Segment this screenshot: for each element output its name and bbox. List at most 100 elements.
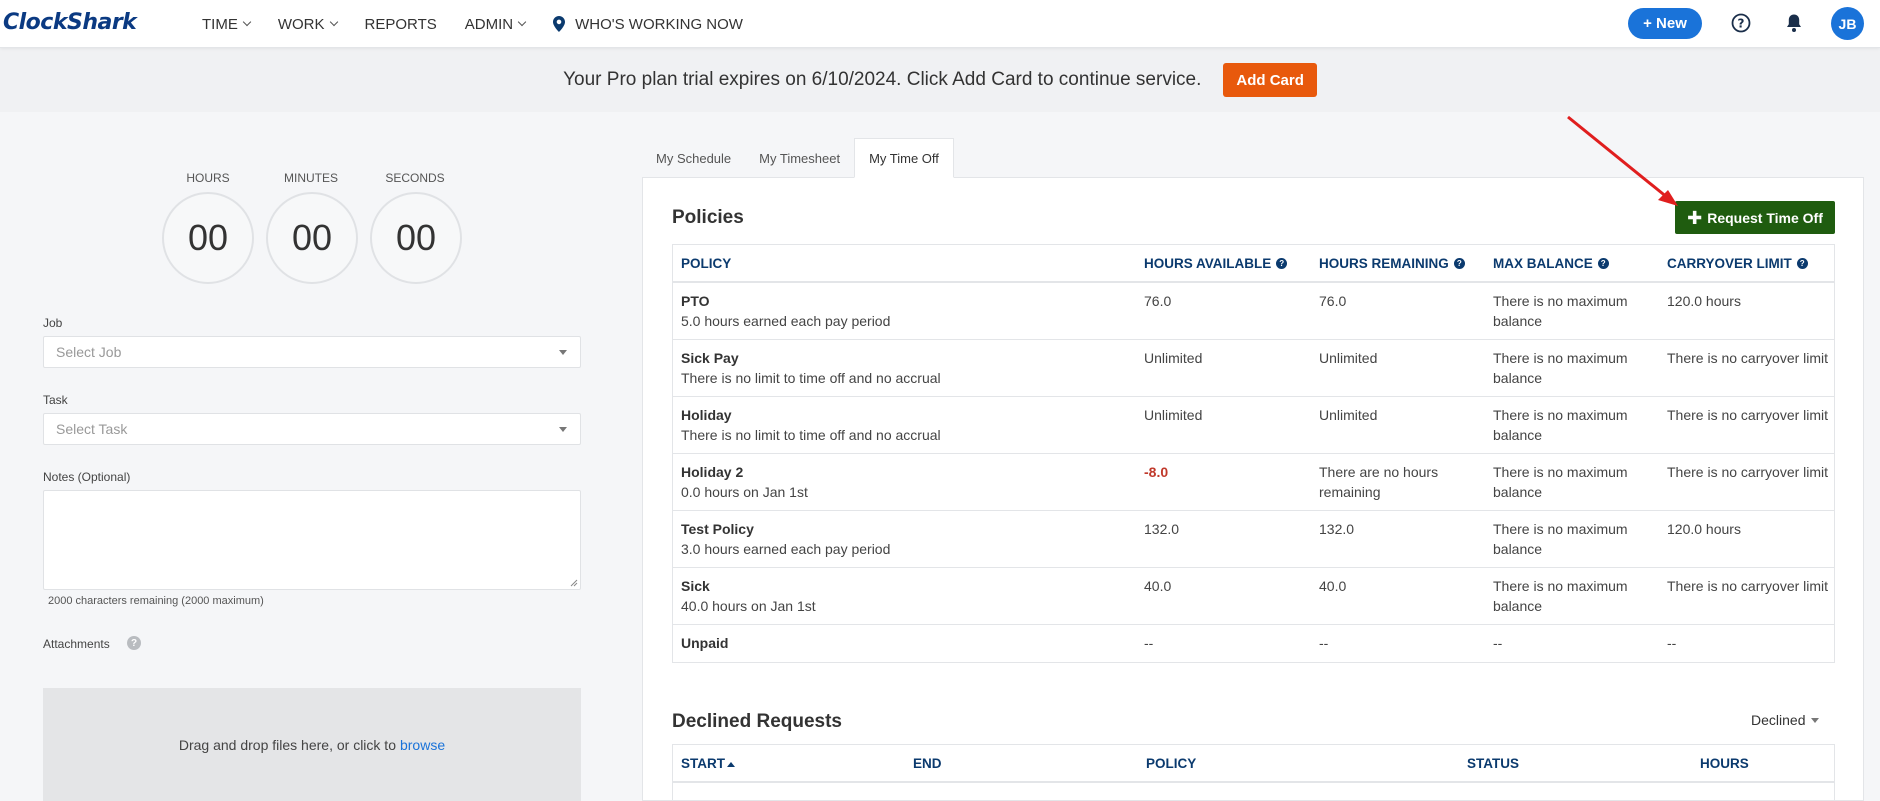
policy-name: Unpaid <box>681 635 729 651</box>
nav-whos-working-now[interactable]: WHO'S WORKING NOW <box>553 16 743 33</box>
policies-table-body: PTO 5.0 hours earned each pay period 76.0 7… <box>673 283 1834 662</box>
task-select[interactable]: Select Task <box>43 413 581 445</box>
declined-table-header: START END POLICY STATUS HOURS <box>673 745 1834 783</box>
help-icon[interactable]: ? <box>1276 257 1288 269</box>
bell-icon[interactable] <box>1783 12 1805 34</box>
top-navbar: ClockShark TIME WORK REPORTS ADMIN WHO'S… <box>0 0 1880 48</box>
add-card-button[interactable]: Add Card <box>1223 63 1317 97</box>
help-icon[interactable]: ? <box>1597 257 1609 269</box>
policy-description: 0.0 hours on Jan 1st <box>681 484 808 500</box>
trial-message: Your Pro plan trial expires on 6/10/2024… <box>563 69 1202 90</box>
trial-banner: Your Pro plan trial expires on 6/10/2024… <box>0 48 1880 112</box>
col-status[interactable]: STATUS <box>1467 756 1519 771</box>
job-select[interactable]: Select Job <box>43 336 581 368</box>
hours-remaining-cell: Unlimited <box>1319 407 1378 423</box>
col-start[interactable]: START <box>681 756 735 771</box>
caret-down-icon <box>559 350 567 355</box>
col-hours-remaining: HOURS REMAINING? <box>1311 256 1485 271</box>
clockshark-logo[interactable]: ClockShark <box>3 10 137 35</box>
job-label: Job <box>43 316 63 330</box>
declined-requests-table: START END POLICY STATUS HOURS <box>672 744 1835 801</box>
policy-cell: Test Policy 3.0 hours earned each pay per… <box>673 519 1136 567</box>
help-icon[interactable]: ? <box>1730 12 1752 34</box>
new-button[interactable]: + New <box>1628 8 1702 39</box>
file-dropzone[interactable]: Drag and drop files here, or click to br… <box>43 688 581 801</box>
hours-label: HOURS <box>186 171 230 185</box>
chars-remaining: 2000 characters remaining (2000 maximum) <box>48 595 264 607</box>
attachments-label: Attachments <box>43 637 110 651</box>
policy-cell: Holiday There is no limit to time off and… <box>673 405 1136 453</box>
hours-available-cell: 40.0 <box>1144 578 1172 594</box>
policy-description: 5.0 hours earned each pay period <box>681 313 891 329</box>
hours-available-cell: Unlimited <box>1144 407 1203 423</box>
policy-cell: Holiday 2 0.0 hours on Jan 1st <box>673 462 1136 510</box>
hours-display: 00 <box>162 192 254 284</box>
minutes-display: 00 <box>266 192 358 284</box>
hours-available-cell: -- <box>1144 635 1154 651</box>
policy-name: Holiday <box>681 407 732 423</box>
minutes-label: MINUTES <box>284 171 338 185</box>
hours-remaining-cell: 40.0 <box>1319 578 1347 594</box>
hours-remaining-cell: 76.0 <box>1319 293 1347 309</box>
seconds-label: SECONDS <box>385 171 445 185</box>
tab-bar: My Schedule My Timesheet My Time Off <box>642 138 954 178</box>
browse-link[interactable]: browse <box>400 737 445 753</box>
carryover-limit-cell: There is no carryover limit <box>1667 350 1829 366</box>
tab-my-timesheet[interactable]: My Timesheet <box>745 138 854 178</box>
chevron-down-icon <box>329 17 338 27</box>
annotation-arrow-icon <box>1567 115 1678 206</box>
col-hours[interactable]: HOURS <box>1700 756 1749 771</box>
plus-icon: ✚ <box>1687 207 1703 228</box>
max-balance-cell: There is no maximum balance <box>1493 407 1628 443</box>
carryover-limit-cell: There is no carryover limit <box>1667 578 1829 594</box>
table-row: Sick 40.0 hours on Jan 1st 40.0 40.0 There i… <box>673 568 1834 625</box>
max-balance-cell: There is no maximum balance <box>1493 578 1628 614</box>
user-avatar[interactable]: JB <box>1831 7 1864 40</box>
main-nav: TIME WORK REPORTS ADMIN WHO'S WORKING NO… <box>202 0 771 48</box>
hours-remaining-cell: Unlimited <box>1319 350 1378 366</box>
caret-down-icon <box>559 427 567 432</box>
request-time-off-button[interactable]: ✚ Request Time Off <box>1675 201 1835 234</box>
carryover-limit-cell: There is no carryover limit <box>1667 407 1829 423</box>
carryover-limit-cell: There is no carryover limit <box>1667 464 1829 480</box>
max-balance-cell: There is no maximum balance <box>1493 350 1628 386</box>
policy-cell: Unpaid <box>673 633 1136 662</box>
svg-text:?: ? <box>1738 17 1745 31</box>
nav-admin[interactable]: ADMIN <box>465 16 527 33</box>
declined-requests-title: Declined Requests <box>672 711 842 732</box>
col-carryover-limit: CARRYOVER LIMIT? <box>1659 256 1834 271</box>
carryover-limit-cell: 120.0 hours <box>1667 293 1741 309</box>
nav-work[interactable]: WORK <box>278 16 338 33</box>
col-end[interactable]: END <box>913 756 942 771</box>
table-row: Holiday There is no limit to time off and… <box>673 397 1834 454</box>
max-balance-cell: There is no maximum balance <box>1493 521 1628 557</box>
declined-filter-dropdown[interactable]: Declined <box>1751 712 1820 728</box>
notes-textarea[interactable] <box>43 490 581 590</box>
nav-reports[interactable]: REPORTS <box>365 16 437 33</box>
policy-name: PTO <box>681 293 710 309</box>
caret-down-icon <box>1811 717 1820 723</box>
carryover-limit-cell: 120.0 hours <box>1667 521 1741 537</box>
table-row: Holiday 2 0.0 hours on Jan 1st -8.0 There a… <box>673 454 1834 511</box>
resize-handle-icon[interactable] <box>570 579 578 587</box>
col-max-balance: MAX BALANCE? <box>1485 256 1659 271</box>
tab-my-time-off[interactable]: My Time Off <box>854 138 954 178</box>
policy-description: 3.0 hours earned each pay period <box>681 541 891 557</box>
policy-description: There is no limit to time off and no acc… <box>681 370 941 386</box>
hours-remaining-cell: There are no hours remaining <box>1319 464 1439 500</box>
max-balance-cell: -- <box>1493 635 1503 651</box>
task-label: Task <box>43 393 68 407</box>
tab-my-schedule[interactable]: My Schedule <box>642 138 745 178</box>
policy-name: Sick <box>681 578 710 594</box>
help-icon[interactable]: ? <box>1453 257 1465 269</box>
policy-name: Holiday 2 <box>681 464 744 480</box>
nav-time[interactable]: TIME <box>202 16 252 33</box>
hours-remaining-cell: 132.0 <box>1319 521 1355 537</box>
max-balance-cell: There is no maximum balance <box>1493 293 1628 329</box>
policy-cell: Sick 40.0 hours on Jan 1st <box>673 576 1136 624</box>
policy-name: Test Policy <box>681 521 754 537</box>
help-icon[interactable]: ? <box>1796 257 1808 269</box>
col-policy[interactable]: POLICY <box>1146 756 1196 771</box>
table-row: Sick Pay There is no limit to time off an… <box>673 340 1834 397</box>
attachments-help-icon[interactable]: ? <box>127 636 141 650</box>
